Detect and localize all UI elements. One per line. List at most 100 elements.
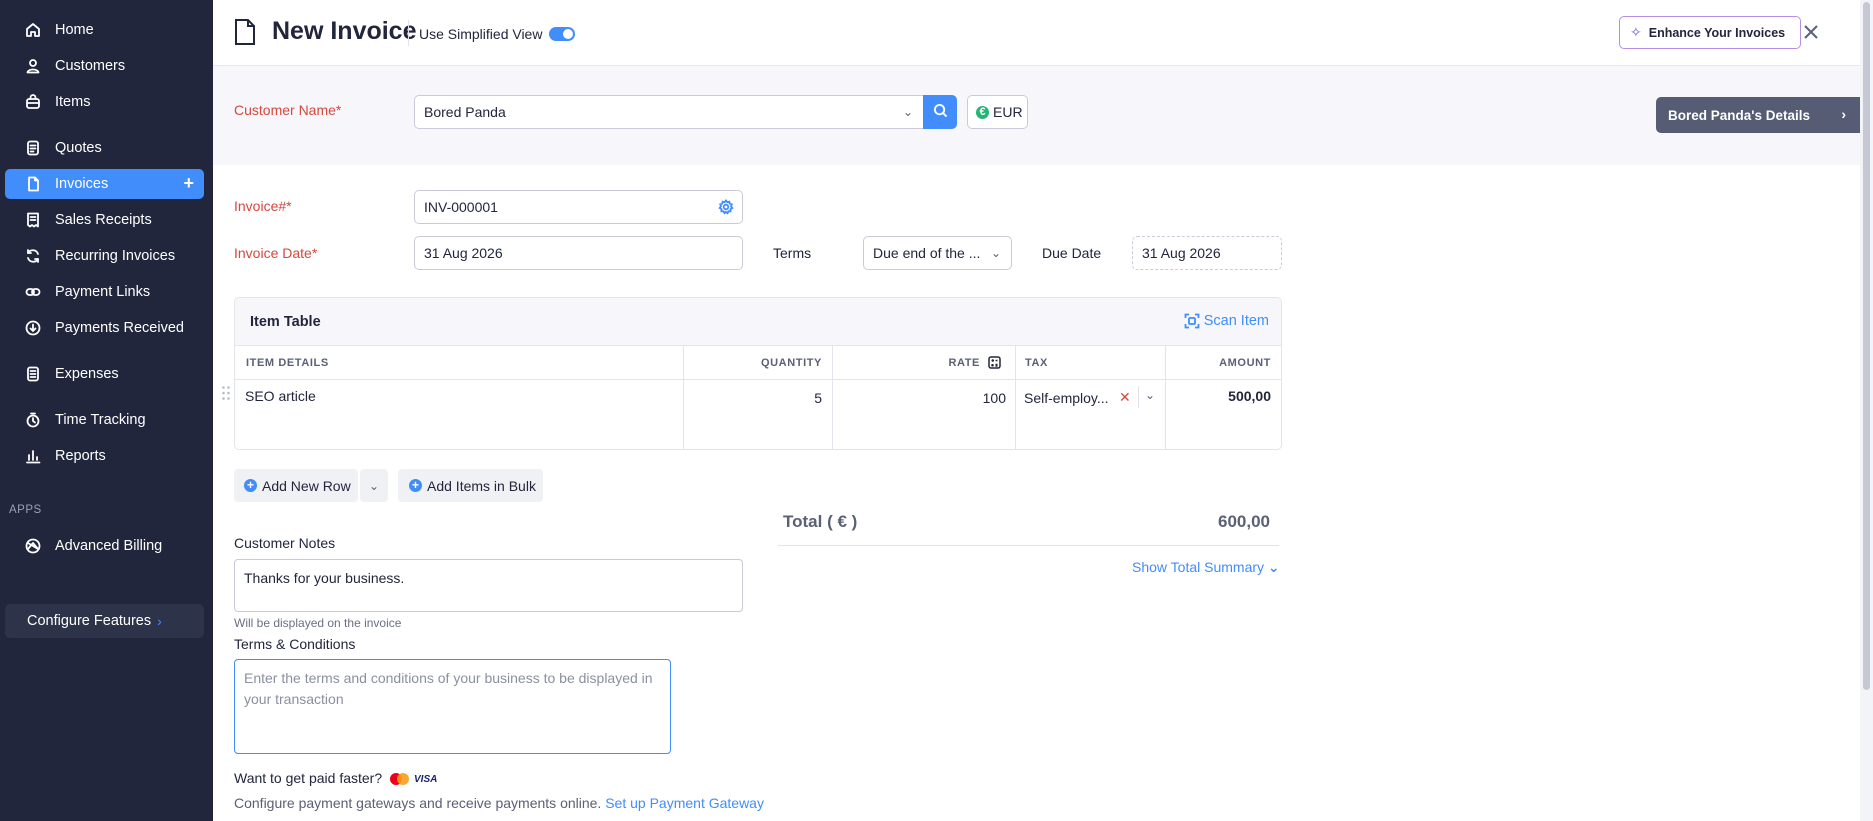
billing-icon [25,538,41,554]
sidebar-item-label: Reports [55,448,106,464]
recurring-icon [25,248,41,264]
sidebar-item-label: Invoices [55,176,109,192]
terms-select[interactable]: Due end of the ... ⌄ [863,236,1012,270]
page-scrollbar[interactable] [1860,0,1873,821]
show-total-summary-link[interactable]: Show Total Summary ⌄ [1132,559,1280,576]
add-items-bulk-button[interactable]: + Add Items in Bulk [398,469,543,502]
terms-conditions-textarea[interactable]: Enter the terms and conditions of your b… [234,659,671,754]
chevron-down-icon: ⌄ [368,478,380,493]
sidebar: Home Customers Items Quotes Invoices + S… [0,0,213,821]
due-date-value: 31 Aug 2026 [1142,245,1221,261]
due-date-label: Due Date [1042,245,1102,261]
invoice-number-label: Invoice#* [234,198,292,214]
customer-notes-hint: Will be displayed on the invoice [234,616,402,630]
terms-value: Due end of the ... [873,245,981,261]
mastercard-icon [390,773,410,786]
sidebar-item-payments-received[interactable]: Payments Received [5,313,204,343]
simplified-view-toggle[interactable] [549,27,575,41]
item-details-input[interactable]: SEO article [245,380,675,449]
add-row-dropdown-button[interactable]: ⌄ [360,469,388,502]
sparkle-icon: ✧ [1630,24,1642,40]
tax-value: Self-employ... [1024,390,1109,406]
expense-icon [25,366,41,382]
bag-icon [25,94,41,110]
customer-search-button[interactable] [923,95,957,129]
sidebar-item-label: Payment Links [55,284,151,300]
chevron-right-icon: › [1841,106,1846,122]
sidebar-item-label: Recurring Invoices [55,248,176,264]
sidebar-item-advanced-billing[interactable]: Advanced Billing [5,531,204,561]
enhance-invoices-button[interactable]: ✧ Enhance Your Invoices [1619,16,1801,49]
visa-icon: VISA [414,773,438,785]
chevron-right-icon: › [157,613,162,629]
sidebar-item-label: Home [55,22,94,38]
tax-select[interactable]: Self-employ... ✕ ⌄ [1015,380,1165,449]
invoice-doc-icon [234,18,256,46]
sidebar-item-label: Payments Received [55,320,184,336]
customer-notes-textarea[interactable]: Thanks for your business. [234,559,743,612]
drag-handle-icon[interactable] [221,385,231,401]
sidebar-item-time-tracking[interactable]: Time Tracking [5,405,204,435]
sidebar-item-label: Customers [55,58,126,74]
quote-doc-icon [25,140,41,156]
total-divider [778,545,1279,546]
gear-icon[interactable] [718,199,734,215]
customer-name-label: Customer Name* [234,102,342,118]
chevron-down-icon: ⌄ [990,246,1001,260]
payment-description: Configure payment gateways and receive p… [234,795,602,811]
scan-item-label: Scan Item [1203,313,1269,329]
total-label: Total ( € ) [783,512,858,531]
col-header-amount: AMOUNT [1165,346,1281,380]
link-icon [25,284,41,300]
sidebar-item-quotes[interactable]: Quotes [5,133,204,163]
customer-name-select[interactable]: Bored Panda ⌄ [414,95,924,129]
sidebar-item-customers[interactable]: Customers [5,51,204,81]
show-summary-label: Show Total Summary [1132,559,1265,575]
col-header-rate: RATE [832,346,1015,380]
sidebar-item-items[interactable]: Items [5,87,204,117]
add-bulk-label: Add Items in Bulk [427,477,536,494]
header-divider [408,20,409,46]
sidebar-item-label: Items [55,94,91,110]
payment-received-icon [25,320,41,336]
invoice-number-field[interactable]: INV-000001 [414,190,743,224]
total-value: 600,00 [1218,512,1270,531]
sidebar-item-recurring-invoices[interactable]: Recurring Invoices [5,241,204,271]
scrollbar-thumb[interactable] [1863,2,1870,690]
sidebar-item-expenses[interactable]: Expenses [5,359,204,389]
currency-button[interactable]: € EUR [967,95,1028,129]
quantity-input[interactable]: 5 [683,380,832,449]
sidebar-item-reports[interactable]: Reports [5,441,204,471]
col-header-quantity: QUANTITY [683,346,832,380]
payment-gateway-text: Configure payment gateways and receive p… [234,795,764,811]
due-date-field[interactable]: 31 Aug 2026 [1132,236,1282,270]
tax-divider [1138,386,1139,408]
scan-item-button[interactable]: Scan Item [1184,313,1269,329]
chevron-down-icon: ⌄ [1267,559,1280,575]
clear-tax-icon[interactable]: ✕ [1119,389,1131,406]
rate-input[interactable]: 100 [832,380,1015,449]
add-new-row-button[interactable]: + Add New Row [234,469,358,502]
sidebar-item-label: Advanced Billing [55,538,163,554]
enhance-label: Enhance Your Invoices [1648,25,1786,40]
sidebar-item-invoices[interactable]: Invoices + [5,169,204,199]
terms-label: Terms [773,245,812,261]
calculator-icon[interactable] [988,356,1001,369]
configure-features-button[interactable]: Configure Features › [5,604,204,638]
chevron-down-icon[interactable]: ⌄ [1145,388,1155,402]
customer-details-label: Bored Panda's Details [1668,107,1811,123]
simplified-view-label: Use Simplified View [419,26,543,42]
add-invoice-icon[interactable]: + [183,173,194,194]
setup-payment-gateway-link[interactable]: Set up Payment Gateway [605,795,764,811]
add-row-label: Add New Row [262,477,351,494]
sidebar-item-sales-receipts[interactable]: Sales Receipts [5,205,204,235]
col-header-item-details: ITEM DETAILS [235,346,683,380]
customer-name-value: Bored Panda [424,104,506,120]
invoice-date-field[interactable]: 31 Aug 2026 [414,236,743,270]
close-icon[interactable] [1800,21,1822,43]
sidebar-item-home[interactable]: Home [5,15,204,45]
sidebar-item-payment-links[interactable]: Payment Links [5,277,204,307]
customer-details-button[interactable]: Bored Panda's Details › [1656,97,1860,133]
user-icon [25,58,41,74]
get-paid-faster: Want to get paid faster? VISA [234,770,437,786]
